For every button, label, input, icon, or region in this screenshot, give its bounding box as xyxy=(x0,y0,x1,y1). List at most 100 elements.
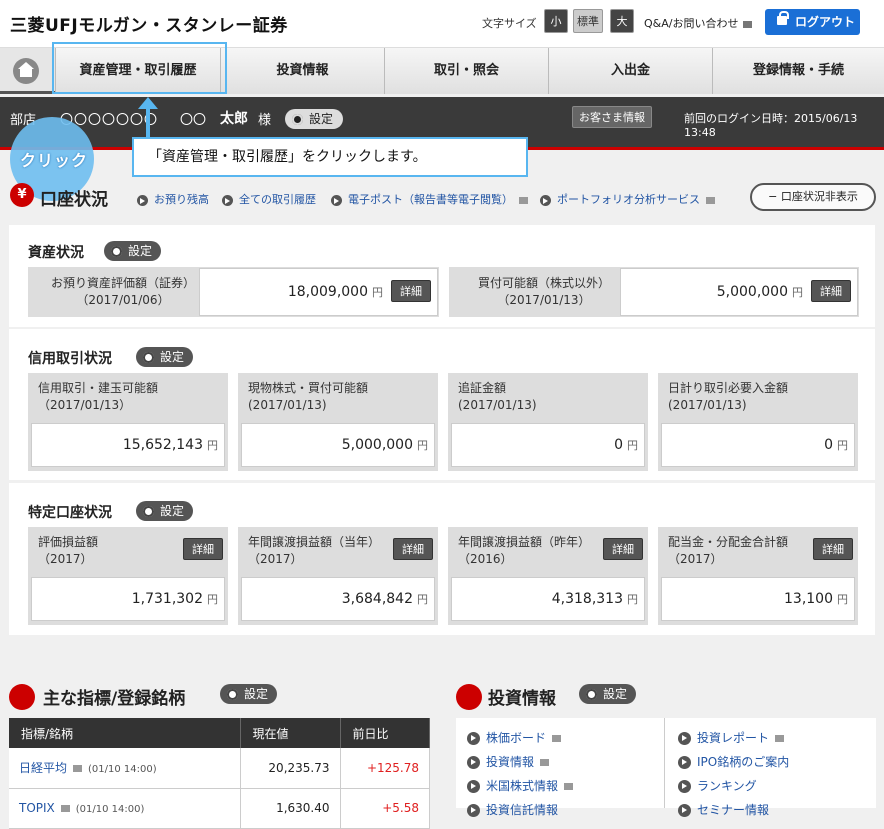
special-box-3: 年間譲渡損益額（昨年） （2016） 詳細 4,318,313 円 xyxy=(448,527,648,625)
link-all-history[interactable]: 全ての取引履歴 xyxy=(222,191,316,207)
box-value: 15,652,143 円 xyxy=(31,423,225,467)
special-box-1: 評価損益額 （2017） 詳細 1,731,302 円 xyxy=(28,527,228,625)
asset-status-settings-button[interactable]: 設定 xyxy=(104,241,162,261)
link-us-stock[interactable]: 米国株式情報 xyxy=(467,777,574,794)
index-time: (01/10 14:00) xyxy=(75,804,145,815)
section-title-account: 口座状況 xyxy=(40,185,108,210)
column-header: 現在値 xyxy=(240,718,341,748)
nav-trade-inquiry[interactable]: 取引・照会 xyxy=(384,48,548,94)
link-investment-info[interactable]: 投資情報 xyxy=(467,753,550,770)
index-link[interactable]: TOPIX xyxy=(19,801,55,815)
hide-label: 口座状況非表示 xyxy=(780,190,858,203)
index-price: 20,235.73 xyxy=(240,748,341,789)
index-link[interactable]: 日経平均 xyxy=(19,761,67,775)
box-value: 0円 xyxy=(661,423,855,467)
nav-investment-info[interactable]: 投資情報 xyxy=(220,48,384,94)
link-label: 株価ボード xyxy=(486,731,547,745)
link-balance[interactable]: お預り残高 xyxy=(137,191,209,207)
investment-panel: 株価ボード 投資情報 米国株式情報 投資信託情報 投資レポート IPO銘柄のご案… xyxy=(456,718,876,817)
qa-label: Q&A/お問い合わせ xyxy=(644,17,739,30)
box-value: 5,000,000 円 xyxy=(241,423,435,467)
detail-button[interactable]: 詳細 xyxy=(393,538,433,560)
link-report[interactable]: 投資レポート xyxy=(678,729,785,746)
gear-icon xyxy=(143,506,154,517)
margin-box-3: 追証金額 (2017/01/13) 0円 xyxy=(448,373,648,471)
nav-highlight-box xyxy=(52,42,227,94)
new-window-icon xyxy=(60,805,70,812)
link-label: 電子ポスト（報告書等電子閲覧） xyxy=(348,193,513,206)
box-label: 追証金額 (2017/01/13) xyxy=(458,381,537,412)
box-value: 13,100 円 xyxy=(661,577,855,621)
font-size-standard-button[interactable]: 標準 xyxy=(573,9,603,33)
index-change: +125.78 xyxy=(340,748,430,789)
link-ipo[interactable]: IPO銘柄のご案内 xyxy=(678,753,789,770)
settings-label: 設定 xyxy=(128,244,153,258)
detail-button[interactable]: 詳細 xyxy=(811,280,851,302)
margin-settings-button[interactable]: 設定 xyxy=(136,347,194,367)
account-settings-button[interactable]: 設定 xyxy=(285,109,344,129)
indices-settings-button[interactable]: 設定 xyxy=(220,684,278,704)
new-window-icon xyxy=(706,196,715,204)
font-size-small-button[interactable]: 小 xyxy=(544,9,568,33)
link-label: ランキング xyxy=(697,779,757,793)
box-label: お預り資産評価額（証券） （2017/01/06） xyxy=(50,276,195,307)
honorific: 様 xyxy=(258,113,272,128)
qa-link[interactable]: Q&A/お問い合わせ xyxy=(644,15,753,31)
nav-deposit-withdrawal[interactable]: 入出金 xyxy=(548,48,712,94)
settings-label: 設定 xyxy=(244,687,269,701)
index-time: (01/10 14:00) xyxy=(88,764,157,776)
arrow-right-icon xyxy=(137,194,148,206)
index-name-cell: TOPIX (01/10 14:00) xyxy=(9,788,241,829)
logout-button[interactable]: ログアウト xyxy=(765,9,860,35)
box-value: 1,731,302 円 xyxy=(31,577,225,621)
detail-button[interactable]: 詳細 xyxy=(183,538,223,560)
margin-status-title: 信用取引状況 xyxy=(28,351,112,367)
margin-box-1: 信用取引・建玉可能額 （2017/01/13） 15,652,143 円 xyxy=(28,373,228,471)
margin-status-panel: 信用取引状況 設定 信用取引・建玉可能額 （2017/01/13） 15,652,… xyxy=(9,329,875,480)
margin-box-2: 現物株式・買付可能額 (2017/01/13) 5,000,000 円 xyxy=(238,373,438,471)
gear-icon xyxy=(227,689,238,700)
column-header: 指標/銘柄 xyxy=(9,718,241,748)
new-window-icon xyxy=(775,735,785,742)
new-window-icon xyxy=(743,20,753,28)
column-header: 前日比 xyxy=(340,718,430,748)
detail-button[interactable]: 詳細 xyxy=(813,538,853,560)
link-label: 全ての取引履歴 xyxy=(239,193,316,206)
box-value: 3,684,842 円 xyxy=(241,577,435,621)
link-stock-board[interactable]: 株価ボード xyxy=(467,729,562,746)
font-size-large-button[interactable]: 大 xyxy=(610,9,634,33)
margin-box-4: 日計り取引必要入金額 (2017/01/13) 0円 xyxy=(658,373,858,471)
top-header: 三菱UFJモルガン・スタンレー証券 文字サイズ 小 標準 大 Q&A/お問い合わ… xyxy=(0,0,884,48)
hide-account-status-button[interactable]: − 口座状況非表示 xyxy=(750,183,876,211)
special-status-title: 特定口座状況 xyxy=(28,505,112,521)
box-label: 信用取引・建玉可能額 （2017/01/13） xyxy=(38,381,159,412)
link-label: 投資情報 xyxy=(486,755,535,769)
box-value: 0円 xyxy=(451,423,645,467)
yen-icon: ¥ xyxy=(10,183,34,207)
company-logo[interactable]: 三菱UFJモルガン・スタンレー証券 xyxy=(10,11,288,36)
home-icon[interactable] xyxy=(13,58,39,84)
box-label: 評価損益額 （2017） xyxy=(38,535,99,566)
link-ranking[interactable]: ランキング xyxy=(678,777,757,794)
detail-button[interactable]: 詳細 xyxy=(603,538,643,560)
box-label: 現物株式・買付可能額 (2017/01/13) xyxy=(248,381,369,412)
investment-settings-button[interactable]: 設定 xyxy=(579,684,637,704)
link-electronic-post[interactable]: 電子ポスト（報告書等電子閲覧） xyxy=(331,191,528,207)
customer-surname: 〇〇 xyxy=(180,113,207,128)
link-portfolio[interactable]: ポートフォリオ分析サービス xyxy=(540,191,715,207)
asset-box-buying-power: 買付可能額（株式以外） （2017/01/13） 5,000,000 円 詳細 xyxy=(449,267,859,317)
detail-button[interactable]: 詳細 xyxy=(391,280,431,302)
gear-icon xyxy=(292,114,303,125)
arrow-right-icon xyxy=(467,756,480,769)
box-label: 配当金・分配金合計額 （2017） xyxy=(668,535,789,566)
trend-icon xyxy=(456,684,482,710)
special-settings-button[interactable]: 設定 xyxy=(136,501,194,521)
nav-registration[interactable]: 登録情報・手続 xyxy=(712,48,884,94)
special-account-panel: 特定口座状況 設定 評価損益額 （2017） 詳細 1,731,302 円 年間譲渡… xyxy=(9,483,875,635)
arrow-right-icon xyxy=(678,732,691,745)
box-label: 日計り取引必要入金額 (2017/01/13) xyxy=(668,381,789,412)
link-label: お預り残高 xyxy=(154,193,209,206)
customer-info-button[interactable]: お客さま情報 xyxy=(572,106,652,128)
table-header: 指標/銘柄 現在値 前日比 xyxy=(9,718,430,748)
index-name-cell: 日経平均 (01/10 14:00) xyxy=(9,748,241,789)
